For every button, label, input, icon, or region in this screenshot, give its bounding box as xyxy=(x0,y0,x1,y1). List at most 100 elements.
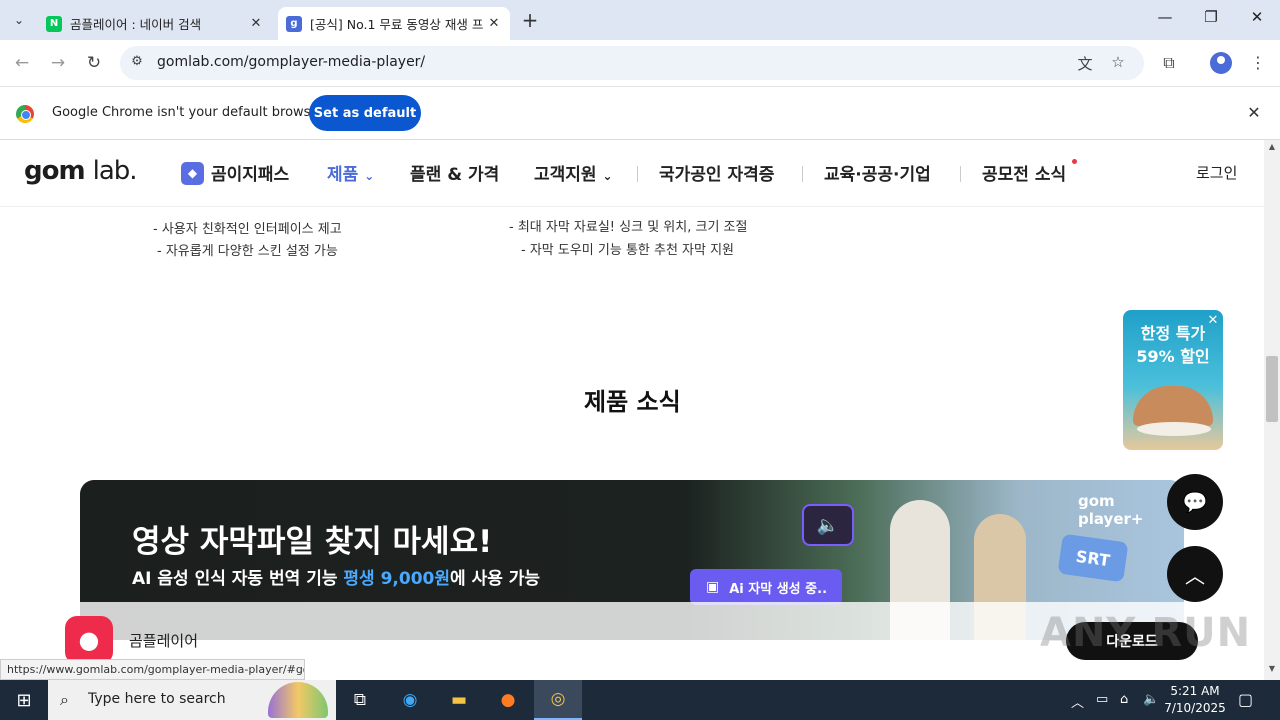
bookmark-star-icon[interactable]: ☆ xyxy=(1108,53,1128,73)
new-badge-dot xyxy=(1072,159,1077,164)
site-header: gom lab. ◆ 곰이지패스 제품 ⌄ 플랜 & 가격 고객지원 ⌄ 국가공… xyxy=(0,140,1264,207)
forward-icon[interactable]: → xyxy=(46,51,70,75)
windows-taskbar: ⊞ ⌕ Type here to search ⧉ ◉ ▬ ● ◎ ︿ ▭ ⌂ … xyxy=(0,680,1280,720)
gomlab-logo[interactable]: gom lab. xyxy=(24,156,138,186)
search-icon: ⌕ xyxy=(60,690,69,709)
chevron-down-icon: ⌄ xyxy=(364,169,375,183)
close-icon[interactable]: ✕ xyxy=(486,16,502,31)
extensions-icon[interactable]: ⧉ xyxy=(1157,51,1181,75)
ai-subtitle-button: ▣ Ai 자막 생성 중.. xyxy=(690,569,842,605)
feature-left-1: - 사용자 친화적인 인터페이스 제고 xyxy=(153,222,342,237)
promo-popup[interactable]: ✕ 한정 특가 59% 할인 xyxy=(1123,310,1223,450)
promo-people-image xyxy=(1133,386,1213,426)
translate-icon[interactable]: 文 xyxy=(1075,53,1095,73)
nav-divider xyxy=(960,166,961,182)
login-link[interactable]: 로그인 xyxy=(1196,162,1237,183)
new-tab-button[interactable]: + xyxy=(518,9,542,33)
tab-strip: ⌄ N 곰플레이어 : 네이버 검색 ✕ g [공식] No.1 무료 동영상 … xyxy=(0,0,1280,40)
tray-chevron-up-icon[interactable]: ︿ xyxy=(1071,692,1084,711)
logo-gom: gom xyxy=(24,156,86,186)
nav-products[interactable]: 제품 ⌄ xyxy=(327,160,374,185)
banner-sub-before: AI 음성 인식 자동 번역 기능 xyxy=(132,569,344,589)
windows-start-icon[interactable]: ⊞ xyxy=(0,680,48,720)
infobar-close-icon[interactable]: ✕ xyxy=(1244,103,1264,123)
firefox-icon[interactable]: ● xyxy=(484,680,532,720)
scroll-down-arrow-icon[interactable]: ▼ xyxy=(1264,664,1280,676)
close-icon[interactable]: ✕ xyxy=(248,16,264,31)
address-bar[interactable]: ⚙ gomlab.com/gomplayer-media-player/ 文 ☆ xyxy=(120,46,1144,80)
banner-price-highlight: 평생 9,000원 xyxy=(343,569,451,589)
nav-plans[interactable]: 플랜 & 가격 xyxy=(410,160,499,185)
infobar-message: Google Chrome isn't your default browser xyxy=(52,105,324,120)
section-title: 제품 소식 xyxy=(584,388,681,416)
nav-contest[interactable]: 공모전 소식 xyxy=(982,160,1066,185)
edge-icon[interactable]: ◉ xyxy=(386,680,434,720)
srt-file-icon: SRT xyxy=(1057,533,1129,583)
banner-sub-after: 에 사용 가능 xyxy=(450,569,541,589)
nav-gompass[interactable]: 곰이지패스 xyxy=(211,160,289,185)
battery-icon[interactable]: ▭ xyxy=(1096,692,1108,707)
nav-divider xyxy=(802,166,803,182)
promo-text: 한정 특가 59% 할인 xyxy=(1123,322,1223,368)
default-browser-infobar: Google Chrome isn't your default browser… xyxy=(0,86,1280,140)
nav-divider xyxy=(637,166,638,182)
tab-search-button[interactable]: ⌄ xyxy=(6,7,32,33)
nav-support-label: 고객지원 xyxy=(534,165,597,185)
logo-lab: lab. xyxy=(92,156,138,186)
gom-favicon-icon: g xyxy=(286,15,302,32)
download-app-name: 곰플레이어 xyxy=(129,632,199,650)
minimize-icon[interactable]: — xyxy=(1150,8,1180,32)
feature-left-2: - 자유롭게 다양한 스킨 설정 가능 xyxy=(157,244,338,259)
clock-time: 5:21 AM xyxy=(1170,684,1220,698)
status-bar-url: https://www.gomlab.com/gomplayer-media-p… xyxy=(0,659,305,680)
search-placeholder: Type here to search xyxy=(88,691,226,707)
gomplayer-app-icon: ● xyxy=(65,616,113,664)
tab-gomlab[interactable]: g [공식] No.1 무료 동영상 재생 프 ✕ xyxy=(278,7,510,40)
chat-icon[interactable]: 💬 xyxy=(1167,474,1223,530)
nav-education[interactable]: 교육·공공·기업 xyxy=(824,160,931,185)
restore-icon[interactable]: ❐ xyxy=(1196,8,1226,32)
banner-headline: 영상 자막파일 찾지 마세요! xyxy=(132,524,493,560)
url-text[interactable]: gomlab.com/gomplayer-media-player/ xyxy=(157,54,425,70)
banner-subtitle: AI 음성 인식 자동 번역 기능 평생 9,000원에 사용 가능 xyxy=(132,564,540,589)
gompass-icon: ◆ xyxy=(181,162,204,185)
task-view-icon[interactable]: ⧉ xyxy=(336,680,384,720)
promo-surfboard-image xyxy=(1137,422,1211,436)
anyrun-watermark: ANY RUN xyxy=(1040,610,1252,656)
profile-icon[interactable] xyxy=(1210,52,1232,74)
clock-date: 7/10/2025 xyxy=(1164,701,1226,715)
feature-right-1: - 최대 자막 자료실! 싱크 및 위치, 크기 조절 xyxy=(509,220,748,235)
promo-line-1: 한정 특가 xyxy=(1140,324,1206,343)
ai-button-label: Ai 자막 생성 중.. xyxy=(729,581,828,597)
search-highlight-image xyxy=(268,682,328,718)
taskbar-clock[interactable]: 5:21 AM 7/10/2025 xyxy=(1164,683,1226,717)
tab-naver-search[interactable]: N 곰플레이어 : 네이버 검색 ✕ xyxy=(38,7,272,40)
chevron-down-icon: ⌄ xyxy=(602,169,613,183)
scrollbar-thumb[interactable] xyxy=(1266,356,1278,422)
window-close-icon[interactable]: ✕ xyxy=(1242,8,1272,32)
volume-icon[interactable]: 🔈 xyxy=(1143,692,1159,707)
menu-icon[interactable]: ⋮ xyxy=(1246,51,1270,75)
chrome-logo-icon xyxy=(16,105,34,123)
tab-title: 곰플레이어 : 네이버 검색 xyxy=(70,17,202,32)
nav-products-label: 제품 xyxy=(327,165,359,185)
sound-icon: 🔈 xyxy=(802,504,854,546)
promo-line-2: 59% 할인 xyxy=(1136,347,1210,366)
tab-title: [공식] No.1 무료 동영상 재생 프 xyxy=(310,17,484,32)
scroll-up-arrow-icon[interactable]: ▲ xyxy=(1264,142,1280,154)
chrome-taskbar-icon[interactable]: ◎ xyxy=(534,680,582,720)
browser-toolbar: ← → ↻ ⚙ gomlab.com/gomplayer-media-playe… xyxy=(0,40,1280,86)
network-icon[interactable]: ⌂ xyxy=(1120,692,1128,707)
scroll-top-icon[interactable]: ︿ xyxy=(1167,546,1223,602)
file-explorer-icon[interactable]: ▬ xyxy=(435,680,483,720)
subtitle-icon: ▣ xyxy=(706,579,720,595)
back-icon[interactable]: ← xyxy=(10,51,34,75)
site-info-icon[interactable]: ⚙ xyxy=(128,54,146,72)
naver-favicon-icon: N xyxy=(46,15,62,32)
taskbar-search[interactable]: ⌕ Type here to search xyxy=(48,680,336,720)
nav-certification[interactable]: 국가공인 자격증 xyxy=(659,160,774,185)
notification-icon[interactable]: ▢ xyxy=(1238,690,1253,709)
nav-support[interactable]: 고객지원 ⌄ xyxy=(534,160,613,185)
set-as-default-button[interactable]: Set as default xyxy=(309,95,421,131)
reload-icon[interactable]: ↻ xyxy=(82,51,106,75)
